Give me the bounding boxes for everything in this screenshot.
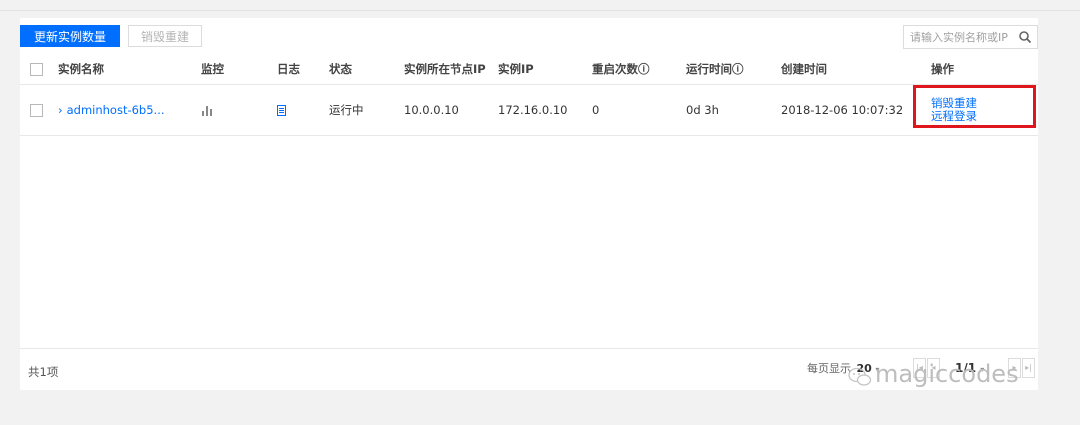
top-divider: [0, 10, 1080, 11]
total-count: 共1项: [28, 365, 59, 379]
status-running: 运行中: [329, 84, 404, 136]
instance-ip-value: 172.16.0.10: [498, 84, 592, 136]
col-instance-name: 实例名称: [58, 54, 201, 85]
update-instance-count-button[interactable]: 更新实例数量: [20, 25, 120, 47]
log-document-icon[interactable]: [277, 105, 286, 116]
expand-chevron-icon[interactable]: ›: [58, 103, 63, 117]
row-checkbox[interactable]: [30, 104, 43, 117]
col-node-ip: 实例所在节点IP: [404, 54, 498, 85]
col-actions: 操作: [931, 54, 1038, 85]
per-page-label: 每页显示: [807, 362, 851, 375]
restart-count-value: 0: [592, 84, 686, 136]
uptime-value: 0d 3h: [686, 84, 781, 136]
row-actions: 销毁重建 远程登录: [931, 84, 1038, 136]
destroy-rebuild-button[interactable]: 销毁重建: [128, 25, 202, 47]
monitor-chart-icon[interactable]: [201, 105, 213, 116]
instance-panel: 更新实例数量 销毁重建 实例名称 监控 日志 状态 实例所在节点IP 实例IP: [20, 18, 1038, 390]
col-restart-count: 重启次数ⓘ: [592, 54, 686, 85]
remote-login-link[interactable]: 远程登录: [931, 110, 1038, 123]
instance-name-link[interactable]: adminhost-6b5...: [67, 103, 165, 117]
node-ip-value: 10.0.0.10: [404, 84, 498, 136]
table-row: › adminhost-6b5... 运行中 10.0.0.10 172.16.0…: [20, 84, 1038, 136]
created-time-value: 2018-12-06 10:07:32: [781, 84, 931, 136]
instance-table: 实例名称 监控 日志 状态 实例所在节点IP 实例IP 重启次数ⓘ 运行时间ⓘ …: [20, 54, 1038, 136]
wechat-icon: [848, 367, 872, 386]
col-instance-ip: 实例IP: [498, 54, 592, 85]
search-input[interactable]: [910, 28, 1014, 46]
last-page-icon[interactable]: ▸|: [1022, 358, 1035, 378]
toolbar: 更新实例数量 销毁重建: [20, 25, 1038, 49]
col-monitor: 监控: [201, 54, 277, 85]
table-header-row: 实例名称 监控 日志 状态 实例所在节点IP 实例IP 重启次数ⓘ 运行时间ⓘ …: [20, 54, 1038, 85]
col-created-time: 创建时间: [781, 54, 931, 85]
col-uptime: 运行时间ⓘ: [686, 54, 781, 85]
watermark-text: magiccodes: [875, 360, 1019, 388]
col-status: 状态: [329, 54, 404, 85]
select-all-checkbox[interactable]: [30, 63, 43, 76]
col-log: 日志: [277, 54, 329, 85]
search-icon[interactable]: [1018, 30, 1032, 44]
search-box: [903, 25, 1038, 49]
